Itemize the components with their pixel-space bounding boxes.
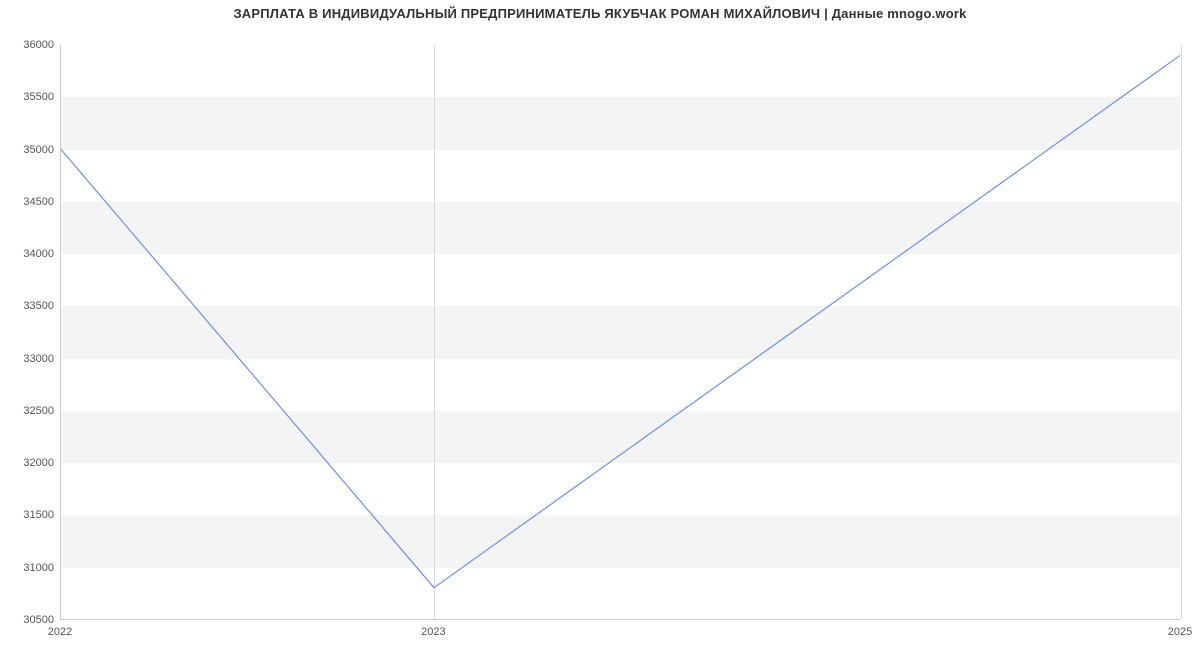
- y-tick-label: 33500: [8, 300, 54, 312]
- x-tick-label: 2022: [48, 626, 72, 638]
- x-gridline: [1181, 45, 1182, 619]
- y-tick-label: 34500: [8, 196, 54, 208]
- y-tick-label: 35000: [8, 144, 54, 156]
- y-tick-label: 31000: [8, 562, 54, 574]
- y-tick-label: 31500: [8, 509, 54, 521]
- chart-title: ЗАРПЛАТА В ИНДИВИДУАЛЬНЫЙ ПРЕДПРИНИМАТЕЛ…: [0, 6, 1200, 21]
- y-tick-label: 30500: [8, 614, 54, 626]
- line-series: [61, 45, 1180, 619]
- y-tick-label: 32500: [8, 405, 54, 417]
- plot-area: [60, 45, 1180, 620]
- y-tick-label: 32000: [8, 457, 54, 469]
- y-tick-label: 33000: [8, 353, 54, 365]
- y-tick-label: 36000: [8, 39, 54, 51]
- x-tick-label: 2023: [421, 626, 445, 638]
- x-tick-label: 2025: [1168, 626, 1192, 638]
- y-tick-label: 35500: [8, 91, 54, 103]
- chart-container: ЗАРПЛАТА В ИНДИВИДУАЛЬНЫЙ ПРЕДПРИНИМАТЕЛ…: [0, 0, 1200, 650]
- y-tick-label: 34000: [8, 248, 54, 260]
